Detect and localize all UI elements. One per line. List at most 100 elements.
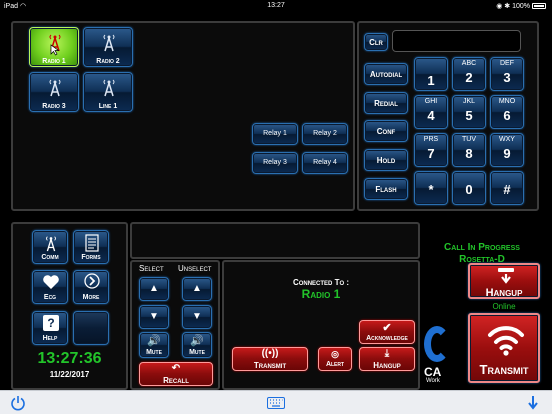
online-status: Online — [492, 302, 516, 311]
clock: 13:27:36 — [37, 350, 102, 367]
bottom-toolbar — [0, 390, 552, 414]
redial-button[interactable]: Redial — [364, 92, 408, 114]
call-status-panel: Call In Progress Rosetta-D CA Work Hangu… — [422, 222, 542, 390]
key-7-button[interactable]: PRS 7 — [414, 133, 448, 167]
key-3-button[interactable]: DEF 3 — [490, 57, 524, 91]
hangup-label: Hangup — [373, 361, 401, 370]
speaker-icon: 🔊 — [190, 335, 204, 347]
relay-4-label: Relay 4 — [313, 159, 337, 166]
key-number: 3 — [503, 70, 511, 85]
relay-2-button[interactable]: Relay 2 — [302, 123, 348, 145]
hangup-button[interactable]: ⤓ Hangup — [359, 347, 415, 371]
mute-label: Mute — [189, 349, 205, 356]
key-0-button[interactable]: 0 — [452, 171, 486, 205]
key-number: 5 — [465, 108, 473, 123]
select-up-button[interactable]: ▲ — [139, 277, 169, 301]
unselect-label: Unselect — [178, 264, 212, 273]
arrow-down-icon: ▼ — [149, 311, 159, 322]
hangup-large-button[interactable]: Hangup — [468, 263, 540, 299]
radio-3-button[interactable]: Radio 3 — [29, 72, 79, 112]
key-6-button[interactable]: MNO 6 — [490, 95, 524, 129]
key-letters: PRS — [423, 136, 439, 143]
transmit-button[interactable]: ((•)) Transmit — [232, 347, 308, 371]
relay-3-button[interactable]: Relay 3 — [252, 152, 298, 174]
acknowledge-label: Acknowledge — [366, 335, 408, 342]
key-1-button[interactable]: 1 — [414, 57, 448, 91]
key-8-button[interactable]: TUV 8 — [452, 133, 486, 167]
power-icon[interactable] — [10, 395, 26, 411]
relay-2-label: Relay 2 — [313, 130, 337, 137]
heart-icon — [43, 275, 59, 289]
help-label: Help — [42, 335, 58, 342]
relay-4-button[interactable]: Relay 4 — [302, 152, 348, 174]
forms-button[interactable]: Forms — [73, 230, 109, 264]
radio-3-label: Radio 3 — [42, 103, 66, 110]
unselect-mute-button[interactable]: 🔊 Mute — [182, 332, 212, 358]
help-button[interactable]: ? Help — [32, 311, 68, 345]
more-button[interactable]: More — [73, 270, 109, 304]
antenna-icon — [103, 34, 115, 52]
comm-button[interactable]: Comm — [32, 230, 68, 264]
select-mute-button[interactable]: 🔊 Mute — [139, 332, 169, 358]
ecg-label: Ecg — [43, 294, 57, 301]
status-bar: iPad ◠ 13:27 ◉ ✱ 100% — [0, 0, 552, 12]
select-down-button[interactable]: ▼ — [139, 305, 169, 329]
transmit-label: Transmit — [253, 361, 287, 370]
radio-panel: Radio 1 Radio 2 Radio 3 Line 1 Relay 1 R… — [11, 21, 355, 211]
connected-to-value: Radio 1 — [301, 287, 341, 301]
unselect-down-button[interactable]: ▼ — [182, 305, 212, 329]
ecg-button[interactable]: Ecg — [32, 270, 68, 304]
acknowledge-button[interactable]: ✔ Acknowledge — [359, 320, 415, 344]
line-1-button[interactable]: Line 1 — [83, 72, 133, 112]
cursor-icon — [50, 44, 60, 56]
comm-label: Comm — [41, 254, 59, 261]
autodial-button[interactable]: Autodial — [364, 63, 408, 85]
question-icon: ? — [43, 315, 59, 331]
conf-label: Conf — [376, 127, 396, 136]
key-number: # — [503, 182, 511, 197]
arrow-down-icon: ▼ — [192, 311, 202, 322]
conf-button[interactable]: Conf — [364, 120, 408, 142]
alert-label: Alert — [325, 361, 345, 368]
key-number: 0 — [465, 182, 473, 197]
arrow-up-icon: ▲ — [192, 283, 202, 294]
key-4-button[interactable]: GHI 4 — [414, 95, 448, 129]
transmit-large-label: Transmit — [479, 362, 529, 377]
recall-button[interactable]: ↶ Recall — [139, 362, 213, 386]
unselect-up-button[interactable]: ▲ — [182, 277, 212, 301]
arrow-down-icon[interactable] — [527, 395, 539, 411]
wifi-signal-icon — [488, 326, 524, 356]
battery-percent: 100% — [512, 3, 530, 10]
clear-button[interactable]: Clr — [364, 33, 388, 51]
undo-icon: ↶ — [171, 363, 181, 374]
relay-1-label: Relay 1 — [263, 130, 287, 137]
relay-1-button[interactable]: Relay 1 — [252, 123, 298, 145]
radio-2-button[interactable]: Radio 2 — [83, 27, 133, 67]
transmit-large-button[interactable]: Transmit — [468, 313, 540, 383]
key-2-button[interactable]: ABC 2 — [452, 57, 486, 91]
key-hash-button[interactable]: # — [490, 171, 524, 205]
key-letters: GHI — [424, 98, 438, 105]
radio-2-label: Radio 2 — [96, 58, 120, 65]
empty-nav-button[interactable] — [73, 311, 109, 345]
logo-text: CA — [424, 365, 442, 379]
alert-button[interactable]: ◎ Alert — [318, 347, 352, 371]
info-panel — [130, 222, 420, 259]
relay-3-label: Relay 3 — [263, 159, 287, 166]
radio-1-button[interactable]: Radio 1 — [29, 27, 79, 67]
date: 11/22/2017 — [49, 370, 90, 379]
hangup-icon: ⤓ — [384, 348, 390, 359]
autodial-label: Autodial — [369, 70, 403, 79]
logo-subtext: Work — [426, 378, 440, 384]
flash-button[interactable]: Flash — [364, 178, 408, 200]
dial-display[interactable] — [392, 30, 521, 52]
key-5-button[interactable]: JKL 5 — [452, 95, 486, 129]
key-star-button[interactable]: * — [414, 171, 448, 205]
nav-panel: Comm Forms Ecg More ? Help 13:27:36 11/2… — [11, 222, 128, 390]
key-letters: ABC — [461, 60, 477, 67]
key-9-button[interactable]: WXY 9 — [490, 133, 524, 167]
hold-button[interactable]: Hold — [364, 149, 408, 171]
clear-label: Clr — [369, 38, 383, 47]
key-number: * — [428, 182, 434, 197]
keyboard-icon[interactable] — [267, 397, 285, 409]
